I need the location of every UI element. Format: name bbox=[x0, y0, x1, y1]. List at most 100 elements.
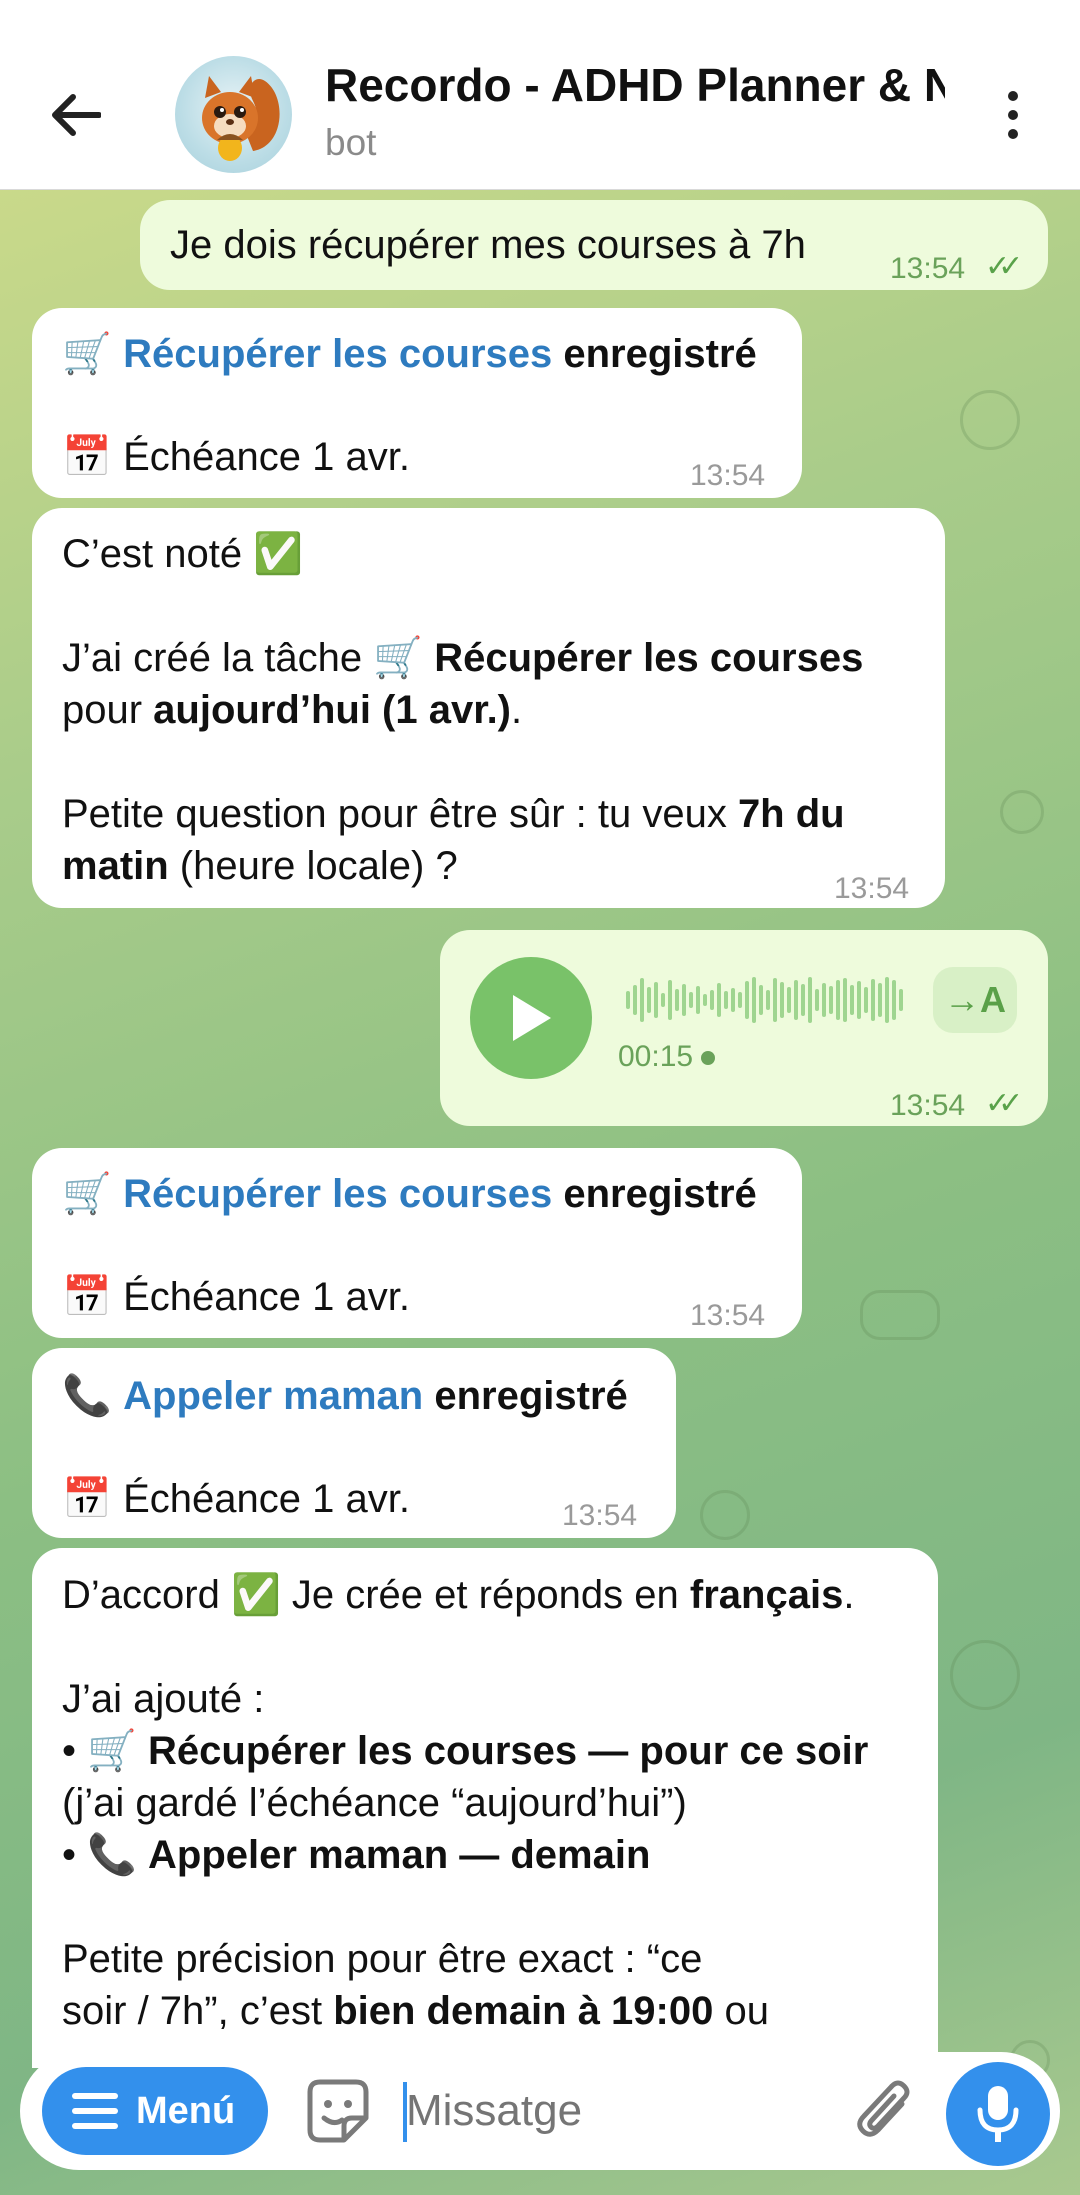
waveform-bar bbox=[773, 978, 777, 1022]
message-line: (j’ai gardé l’échéance “aujourd’hui”) bbox=[62, 1781, 687, 1825]
message-incoming[interactable]: C’est noté ✅ J’ai créé la tâche 🛒 Récupé… bbox=[32, 508, 945, 908]
due-date: Échéance 1 avr. bbox=[123, 435, 410, 479]
waveform-bar bbox=[864, 987, 868, 1013]
phone-icon: 📞 bbox=[62, 1374, 112, 1418]
task-name: Récupérer les courses — pour ce soir bbox=[148, 1729, 869, 1773]
waveform-bar bbox=[857, 981, 861, 1019]
time-text: matin bbox=[62, 844, 169, 888]
waveform-bar bbox=[787, 987, 791, 1013]
waveform-bar bbox=[703, 994, 707, 1006]
waveform-bar bbox=[822, 983, 826, 1017]
waveform-bar bbox=[696, 986, 700, 1014]
task-link[interactable]: Récupérer les courses bbox=[123, 332, 552, 376]
waveform-bar bbox=[647, 987, 651, 1013]
waveform-bar bbox=[850, 985, 854, 1015]
waveform-bar bbox=[717, 983, 721, 1017]
message-text: J’ai créé la tâche 🛒 bbox=[62, 636, 435, 680]
waveform-bar bbox=[829, 986, 833, 1014]
waveform-bar bbox=[626, 991, 630, 1009]
waveform-bar bbox=[759, 985, 763, 1015]
cart-icon: 🛒 bbox=[62, 1172, 112, 1216]
message-text: . bbox=[843, 1573, 855, 1617]
message-line: Petite précision pour être exact : “ce bbox=[62, 1937, 703, 1981]
back-button[interactable] bbox=[40, 80, 110, 150]
task-name: Récupérer les courses bbox=[434, 636, 864, 680]
waveform-bar bbox=[682, 984, 686, 1016]
waveform-bar bbox=[808, 977, 812, 1023]
waveform-bar bbox=[878, 983, 882, 1017]
task-link[interactable]: Appeler maman bbox=[123, 1374, 423, 1418]
cart-icon: 🛒 bbox=[62, 332, 112, 376]
bullet-text: • 🛒 bbox=[62, 1729, 149, 1773]
message-time: 13:54 bbox=[690, 459, 766, 492]
chat-subtitle: bot bbox=[325, 122, 377, 163]
task-link[interactable]: Récupérer les courses bbox=[123, 1172, 552, 1216]
time-text: 7h du bbox=[737, 792, 845, 836]
message-time: 13:54 bbox=[690, 1299, 766, 1332]
play-button[interactable] bbox=[470, 957, 592, 1079]
message-text: soir / 7h”, c’est bbox=[62, 1989, 334, 2033]
squirrel-icon bbox=[202, 76, 280, 161]
waveform-bar bbox=[885, 977, 889, 1023]
waveform-bar bbox=[675, 989, 679, 1011]
bot-menu-button[interactable]: Menú bbox=[42, 2067, 268, 2155]
message-text: D’accord ✅ Je crée et réponds en bbox=[62, 1573, 690, 1617]
microphone-icon bbox=[977, 2086, 1019, 2142]
calendar-icon: 📅 bbox=[62, 1275, 112, 1319]
read-checks-icon: ✓✓ bbox=[985, 1087, 1023, 1120]
bot-avatar[interactable] bbox=[175, 56, 292, 173]
waveform-bar bbox=[892, 980, 896, 1020]
waveform-bar bbox=[724, 991, 728, 1009]
waveform-bar bbox=[752, 977, 756, 1023]
message-time: 13:54 bbox=[890, 252, 966, 285]
unlistened-dot bbox=[701, 1051, 716, 1066]
message-input[interactable] bbox=[406, 2078, 846, 2144]
message-text: pour bbox=[62, 688, 154, 732]
task-status: enregistré bbox=[423, 1374, 628, 1418]
task-status: enregistré bbox=[552, 1172, 757, 1216]
message-outgoing[interactable]: Je dois récupérer mes courses à 7h 13:54… bbox=[140, 200, 1048, 290]
paperclip-icon[interactable] bbox=[850, 2074, 920, 2150]
waveform-bar bbox=[738, 992, 742, 1008]
waveform-bar bbox=[871, 979, 875, 1021]
waveform-bar bbox=[899, 989, 903, 1011]
message-incoming[interactable]: 🛒 Récupérer les courses enregistré 📅 Éch… bbox=[32, 1148, 802, 1338]
waveform-bar bbox=[710, 990, 714, 1010]
waveform-bar bbox=[745, 981, 749, 1019]
message-text: . bbox=[511, 688, 523, 732]
time-text: bien demain à 19:00 bbox=[333, 1989, 714, 2033]
message-line: J’ai ajouté : bbox=[62, 1677, 265, 1721]
task-status: enregistré bbox=[552, 332, 757, 376]
message-time: 13:54 bbox=[890, 1089, 966, 1122]
waveform-bar bbox=[815, 989, 819, 1011]
voice-duration: 00:15 bbox=[618, 1040, 716, 1074]
hamburger-icon bbox=[72, 2093, 118, 2129]
message-line: C’est noté ✅ bbox=[62, 532, 304, 576]
duration-text: 00:15 bbox=[618, 1040, 694, 1073]
task-name: Appeler maman — demain bbox=[148, 1833, 651, 1877]
waveform-bar bbox=[766, 990, 770, 1010]
more-options-button[interactable] bbox=[990, 85, 1036, 145]
waveform-bar bbox=[843, 978, 847, 1022]
waveform-bar bbox=[661, 993, 665, 1007]
chat-title[interactable]: Recordo - ADHD Planner & N bbox=[325, 58, 945, 112]
calendar-icon: 📅 bbox=[62, 1477, 112, 1521]
waveform-bar bbox=[836, 980, 840, 1020]
message-time: 13:54 bbox=[562, 1499, 638, 1532]
voice-record-button[interactable] bbox=[946, 2062, 1050, 2166]
waveform-bar bbox=[794, 980, 798, 1020]
message-incoming[interactable]: 📞 Appeler maman enregistré 📅 Échéance 1 … bbox=[32, 1348, 676, 1538]
message-incoming[interactable]: D’accord ✅ Je crée et réponds en françai… bbox=[32, 1548, 938, 2068]
language-text: français bbox=[689, 1573, 844, 1617]
calendar-icon: 📅 bbox=[62, 435, 112, 479]
more-vertical-icon bbox=[1008, 91, 1018, 101]
message-text: (heure locale) ? bbox=[168, 844, 458, 888]
chat-header: Recordo - ADHD Planner & N bot bbox=[0, 0, 1080, 190]
waveform-bar bbox=[689, 992, 693, 1008]
message-incoming[interactable]: 🛒 Récupérer les courses enregistré 📅 Éch… bbox=[32, 308, 802, 498]
date-text: aujourd’hui (1 avr.) bbox=[153, 688, 512, 732]
due-date: Échéance 1 avr. bbox=[123, 1275, 410, 1319]
sticker-icon[interactable] bbox=[300, 2074, 376, 2150]
transcribe-button[interactable]: →A bbox=[933, 967, 1017, 1033]
audio-waveform[interactable] bbox=[626, 972, 926, 1028]
